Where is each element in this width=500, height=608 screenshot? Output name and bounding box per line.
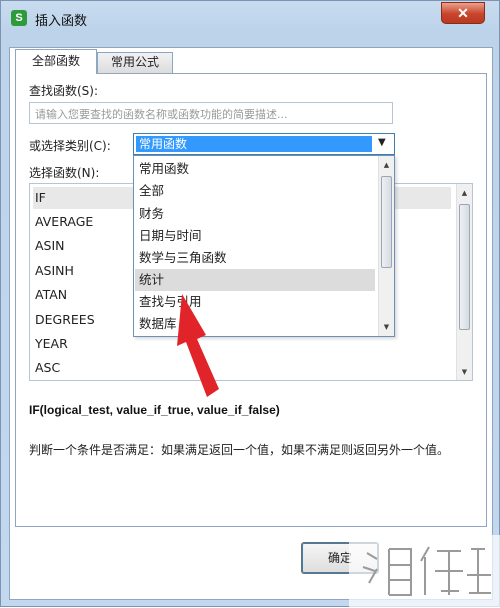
insert-function-dialog: S 插入函数 ✕ 全部函数 常用公式 查找函数(S): 请输入您要查找的函数名称… [0, 0, 500, 608]
red-pointer-arrow-icon [177, 294, 219, 397]
watermark-icon [349, 535, 500, 608]
arrow-shape [177, 294, 219, 397]
